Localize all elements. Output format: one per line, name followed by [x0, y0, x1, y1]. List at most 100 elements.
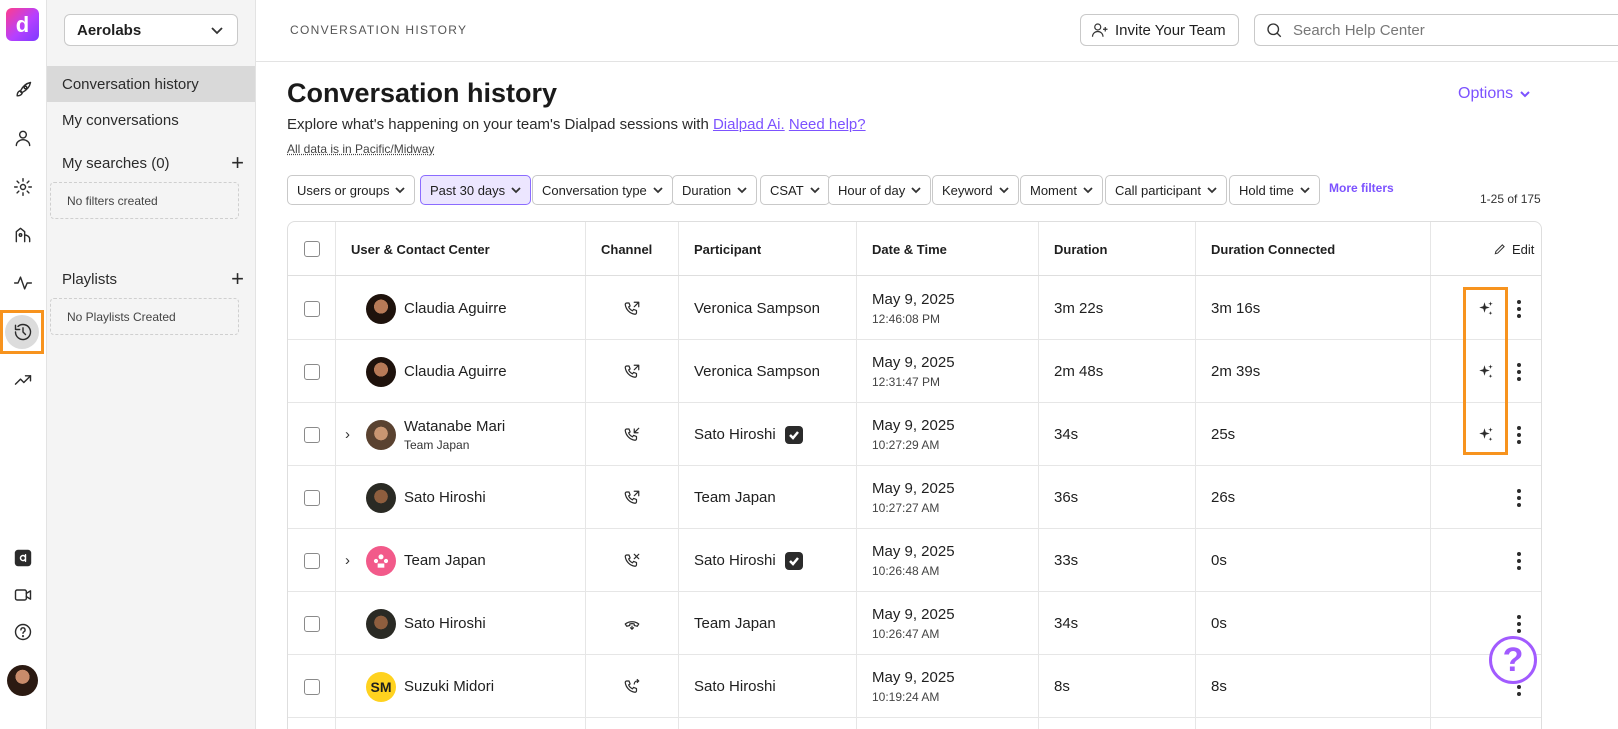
- gear-icon[interactable]: [8, 172, 38, 202]
- call-date: May 9, 2025: [872, 543, 955, 560]
- expand-chevron-icon[interactable]: ›: [345, 552, 350, 569]
- filter-hour-of-day[interactable]: Hour of day: [828, 175, 932, 205]
- nav-conversation-history[interactable]: Conversation history: [47, 66, 255, 102]
- avatar: [366, 482, 396, 513]
- table-row[interactable]: Claudia Aguirre Veronica Sampson May 9, …: [288, 340, 1541, 403]
- nav-my-conversations[interactable]: My conversations: [47, 102, 255, 138]
- duration-value: 34s: [1054, 615, 1079, 632]
- chevron-down-icon: [911, 187, 921, 194]
- more-filters-link[interactable]: More filters: [1329, 181, 1394, 195]
- row-checkbox[interactable]: [303, 615, 320, 632]
- more-options-icon[interactable]: [1517, 299, 1521, 318]
- table-row[interactable]: Sato Hiroshi Team Japan May 9, 2025 10:2…: [288, 466, 1541, 529]
- add-search-icon[interactable]: +: [231, 152, 244, 174]
- call-time: 12:46:08 PM: [872, 312, 941, 326]
- dialpad-ai-icon[interactable]: [8, 543, 38, 573]
- need-help-link[interactable]: Need help?: [789, 116, 866, 133]
- nav-label: My conversations: [62, 111, 179, 129]
- more-options-icon[interactable]: [1517, 488, 1521, 507]
- user-cell: Watanabe Mari Team Japan: [366, 403, 505, 466]
- table-row[interactable]: Claudia Aguirre Veronica Sampson May 9, …: [288, 277, 1541, 340]
- trending-icon[interactable]: [8, 365, 38, 395]
- options-button[interactable]: Options: [1458, 85, 1531, 103]
- filter-duration[interactable]: Duration: [672, 175, 758, 205]
- dialpad-logo[interactable]: d: [6, 8, 39, 41]
- table-row[interactable]: SM Suzuki Midori Sato Hiroshi May 9, 202…: [288, 655, 1541, 718]
- user-name[interactable]: Sato Hiroshi: [404, 615, 486, 632]
- duration-cell: 34s: [1054, 403, 1078, 466]
- help-icon[interactable]: [8, 617, 38, 647]
- select-all-checkbox[interactable]: [303, 241, 320, 257]
- header-user[interactable]: User & Contact Center: [336, 222, 490, 276]
- help-fab[interactable]: ?: [1489, 636, 1537, 684]
- add-playlist-icon[interactable]: +: [231, 268, 244, 290]
- row-checkbox[interactable]: [303, 489, 320, 506]
- current-user-avatar[interactable]: [7, 665, 38, 696]
- table-row[interactable]: Sato Hiroshi Team Japan May 9, 2025 10:2…: [288, 592, 1541, 655]
- select-all-cell: [288, 222, 335, 276]
- row-checkbox[interactable]: [303, 426, 320, 443]
- expand-chevron-icon[interactable]: ›: [345, 426, 350, 443]
- user-name[interactable]: Claudia Aguirre: [404, 363, 507, 380]
- dialpad-ai-link[interactable]: Dialpad Ai.: [713, 116, 785, 133]
- channel-cell: [623, 655, 641, 718]
- user-cell: Sato Hiroshi: [366, 466, 486, 529]
- activity-icon[interactable]: [8, 268, 38, 298]
- timezone-note[interactable]: All data is in Pacific/Midway: [287, 142, 434, 156]
- filter-csat[interactable]: CSAT: [760, 175, 830, 205]
- row-checkbox[interactable]: [303, 678, 320, 695]
- row-checkbox[interactable]: [303, 363, 320, 380]
- chip-label: Call participant: [1115, 182, 1201, 198]
- row-checkbox[interactable]: [303, 552, 320, 569]
- user-name[interactable]: Suzuki Midori: [404, 678, 494, 695]
- filter-users-or-groups[interactable]: Users or groups: [287, 175, 416, 205]
- header-duration-connected[interactable]: Duration Connected: [1196, 222, 1335, 276]
- channel-cell: [623, 466, 641, 529]
- more-options-icon[interactable]: [1517, 425, 1521, 444]
- table-row[interactable]: › Team Japan Sato Hiroshi May 9, 2025 10…: [288, 529, 1541, 592]
- user-name[interactable]: Team Japan: [404, 552, 486, 569]
- table-row[interactable]: › Watanabe Mari Team Japan Sato Hiroshi …: [288, 403, 1541, 466]
- connected-value: 8s: [1211, 678, 1227, 695]
- filter-call-participant[interactable]: Call participant: [1105, 175, 1227, 205]
- connected-cell: 2m 39s: [1211, 340, 1260, 403]
- routing-icon[interactable]: [8, 220, 38, 250]
- header-channel[interactable]: Channel: [586, 222, 652, 276]
- filter-conversation-type[interactable]: Conversation type: [532, 175, 673, 205]
- org-selector[interactable]: Aerolabs: [64, 14, 238, 46]
- user-name[interactable]: Sato Hiroshi: [404, 489, 486, 506]
- filter-hold-time[interactable]: Hold time: [1229, 175, 1320, 205]
- person-icon[interactable]: [8, 123, 38, 153]
- more-options-icon[interactable]: [1517, 551, 1521, 570]
- header-datetime[interactable]: Date & Time: [857, 222, 947, 276]
- rocket-icon[interactable]: [8, 75, 38, 105]
- expand-cell: [345, 277, 359, 340]
- filter-date-range[interactable]: Past 30 days: [420, 175, 532, 205]
- connected-cell: 25s: [1211, 403, 1235, 466]
- header-participant[interactable]: Participant: [679, 222, 761, 276]
- more-options-icon[interactable]: [1517, 614, 1521, 633]
- user-cell: Claudia Aguirre: [366, 340, 507, 403]
- header-duration[interactable]: Duration: [1039, 222, 1107, 276]
- my-searches-header: My searches (0) +: [62, 152, 244, 174]
- row-menu-cell: [1517, 403, 1521, 466]
- outgoing-call-icon: [624, 301, 640, 315]
- more-options-icon[interactable]: [1517, 362, 1521, 381]
- channel-cell: [623, 529, 641, 592]
- video-icon[interactable]: [8, 580, 38, 610]
- call-date: May 9, 2025: [872, 669, 955, 686]
- filter-keyword[interactable]: Keyword: [932, 175, 1019, 205]
- filter-moment[interactable]: Moment: [1020, 175, 1103, 205]
- user-cell: Team Japan: [366, 529, 486, 592]
- edit-columns-button[interactable]: Edit: [1478, 222, 1534, 276]
- row-checkbox[interactable]: [303, 300, 320, 317]
- avatar: [366, 608, 396, 639]
- search-input[interactable]: [1293, 21, 1593, 39]
- no-playlists-placeholder: No Playlists Created: [50, 298, 239, 335]
- chip-label: Moment: [1030, 182, 1077, 198]
- missed-call-icon: [624, 553, 640, 567]
- chevron-down-icon: [1300, 187, 1310, 194]
- user-name[interactable]: Watanabe Mari: [404, 418, 505, 435]
- user-name[interactable]: Claudia Aguirre: [404, 300, 507, 317]
- invite-team-button[interactable]: Invite Your Team: [1080, 14, 1239, 46]
